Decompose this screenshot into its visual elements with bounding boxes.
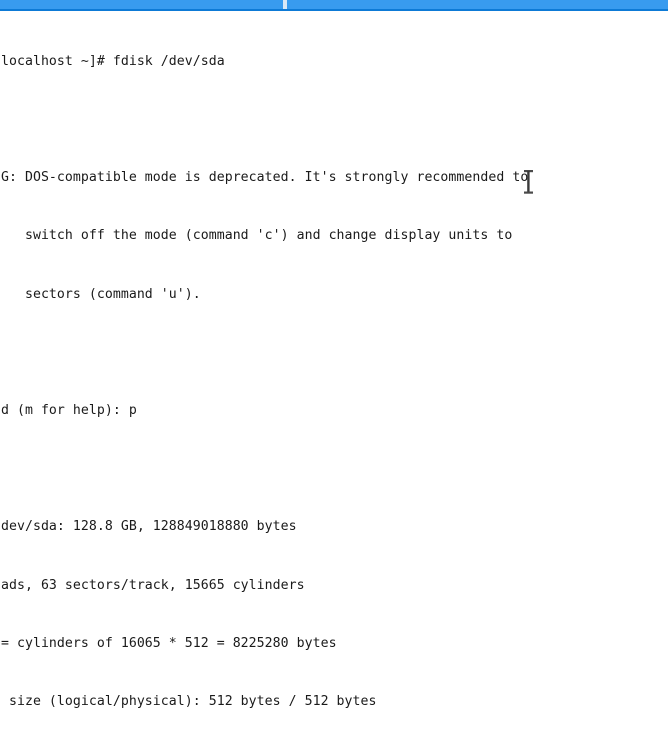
tab-bar-underline xyxy=(0,9,668,11)
terminal-line: switch off the mode (command 'c') and ch… xyxy=(1,228,513,244)
terminal-line: d (m for help): p xyxy=(1,403,137,419)
terminal-output[interactable]: localhost ~]# fdisk /dev/sda G: DOS-comp… xyxy=(0,13,668,736)
terminal-line: ads, 63 sectors/track, 15665 cylinders xyxy=(1,577,305,593)
terminal-line: dev/sda: 128.8 GB, 128849018880 bytes xyxy=(1,519,297,535)
window-tab-bar[interactable] xyxy=(0,0,668,9)
tab-segment-2[interactable] xyxy=(287,0,668,9)
terminal-line: G: DOS-compatible mode is deprecated. It… xyxy=(1,170,529,186)
terminal-line: sectors (command 'u'). xyxy=(1,286,201,302)
terminal-window: localhost ~]# fdisk /dev/sda G: DOS-comp… xyxy=(0,0,668,736)
terminal-line: size (logical/physical): 512 bytes / 512… xyxy=(1,694,377,710)
terminal-line: localhost ~]# fdisk /dev/sda xyxy=(1,53,225,69)
terminal-line: = cylinders of 16065 * 512 = 8225280 byt… xyxy=(1,635,337,651)
tab-segment-1[interactable] xyxy=(0,0,283,9)
